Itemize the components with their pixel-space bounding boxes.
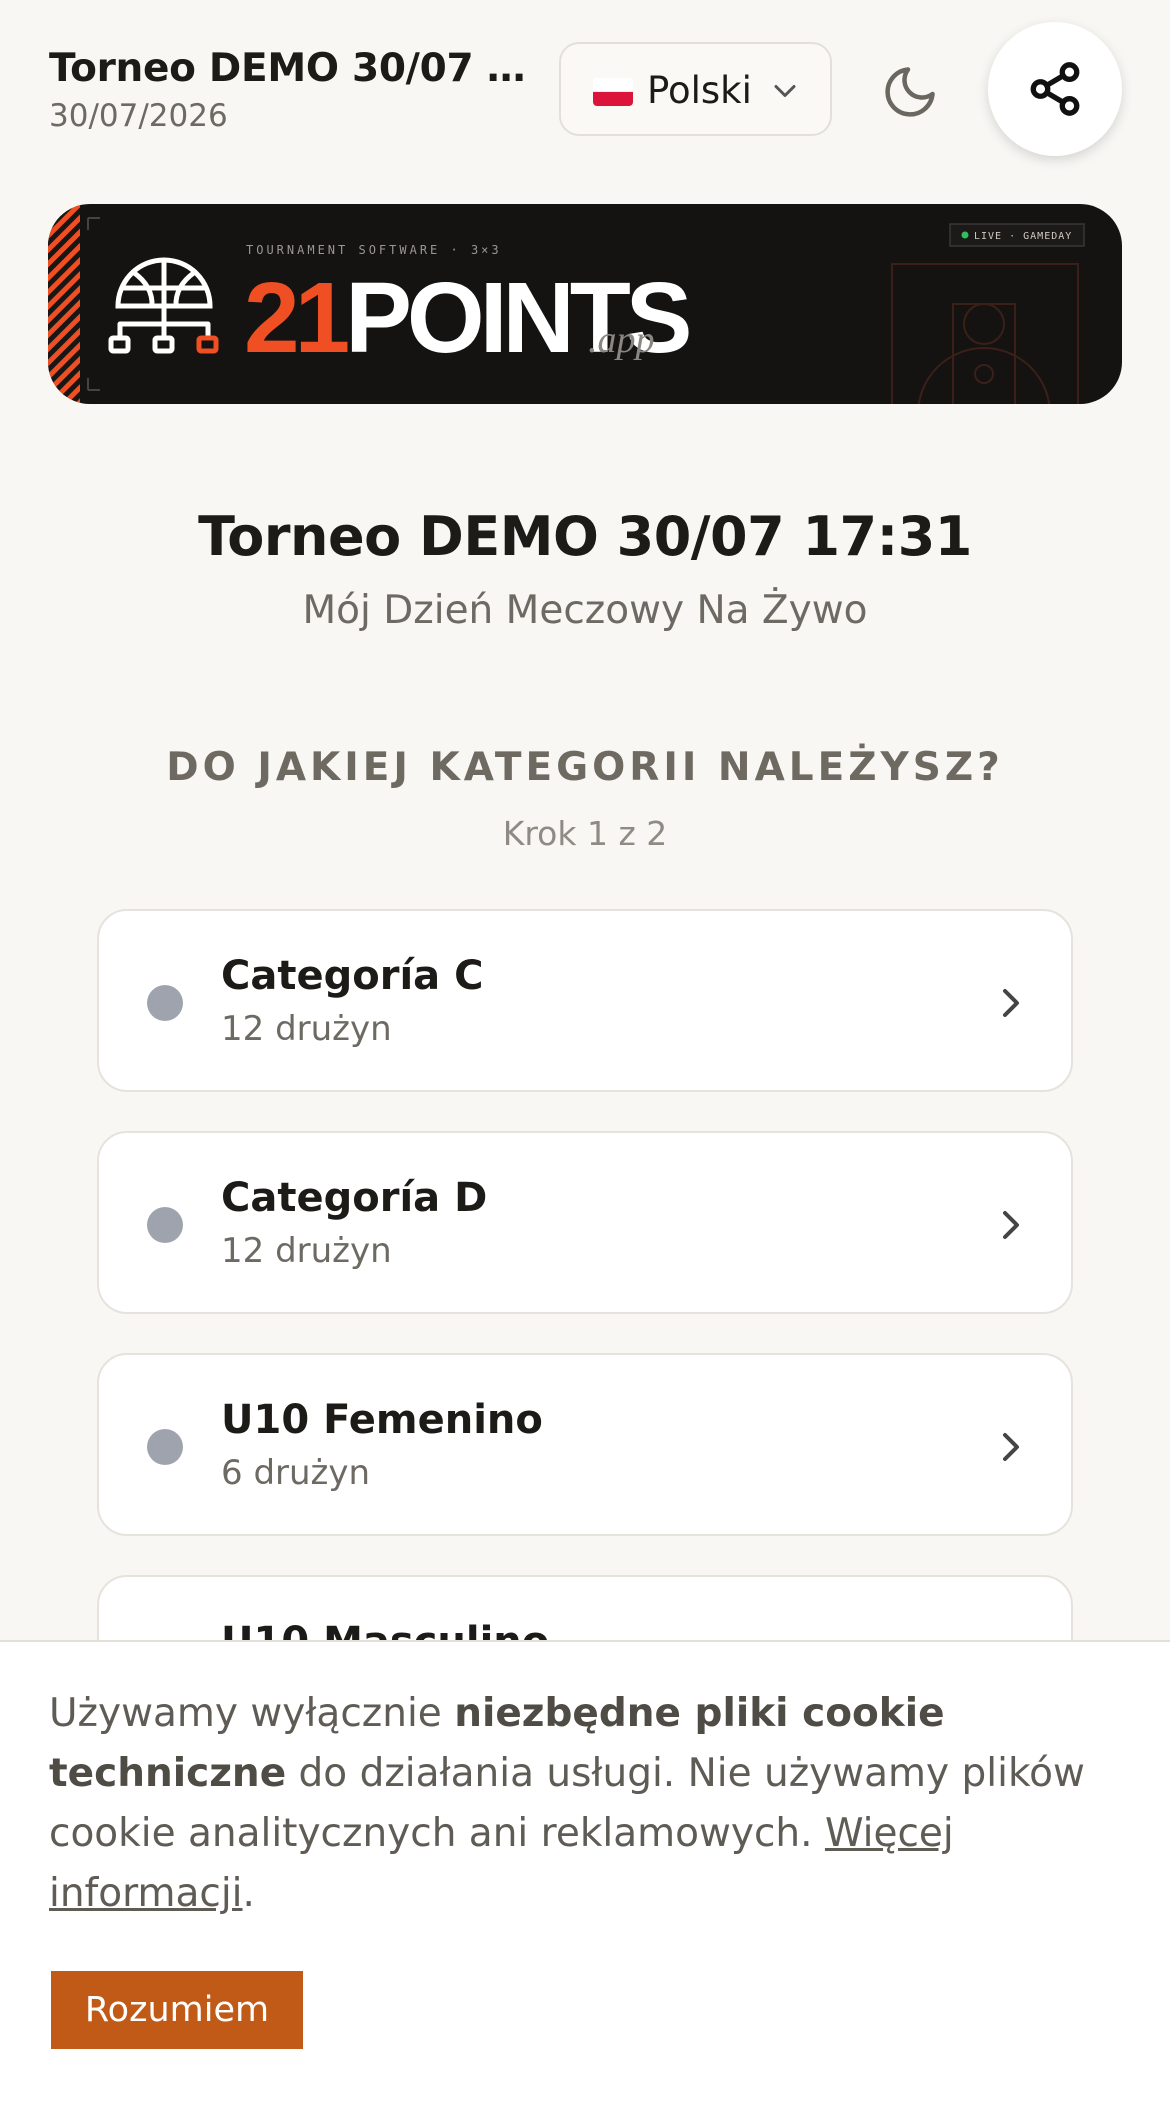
chevron-right-icon xyxy=(1003,989,1019,1017)
live-badge: LIVE · GAMEDAY xyxy=(949,223,1085,247)
event-subtitle: Mój Dzień Meczowy Na Żywo xyxy=(302,588,868,633)
category-card[interactable]: U10 Femenino 6 drużyn xyxy=(97,1353,1073,1536)
language-selector[interactable]: Polski xyxy=(559,42,832,136)
top-bar: Torneo DEMO 30/07 1... 30/07/2026 Polski xyxy=(0,0,1170,180)
brand-suffix: .app xyxy=(588,319,655,361)
chevron-right-icon xyxy=(1003,1211,1019,1239)
brand-number: 21 xyxy=(244,262,348,374)
event-title: Torneo DEMO 30/07 17:31 xyxy=(198,505,972,568)
moon-icon[interactable] xyxy=(880,62,940,122)
category-card[interactable]: Categoría C 12 drużyn xyxy=(97,909,1073,1092)
status-dot xyxy=(147,985,183,1021)
brand-banner: TOURNAMENT SOFTWARE · 3×3 21POINTS .app … xyxy=(48,204,1122,404)
category-name: Categoría D xyxy=(221,1175,488,1221)
share-button[interactable] xyxy=(988,22,1122,156)
cookie-text-end: . xyxy=(242,1871,255,1916)
cookie-banner: Używamy wyłącznie niezbędne pliki cookie… xyxy=(0,1640,1170,2102)
tournament-date: 30/07/2026 xyxy=(49,98,228,134)
chevron-down-icon xyxy=(774,85,796,97)
share-icon xyxy=(1030,62,1080,116)
status-dot xyxy=(147,1207,183,1243)
status-dot xyxy=(147,1429,183,1465)
team-count: 12 drużyn xyxy=(221,1231,392,1271)
poland-flag-icon xyxy=(593,78,633,106)
chevron-right-icon xyxy=(1003,1433,1019,1461)
category-name: Categoría C xyxy=(221,953,484,999)
banner-tagline: TOURNAMENT SOFTWARE · 3×3 xyxy=(246,243,502,257)
category-question: DO JAKIEJ KATEGORII NALEŻYSZ? xyxy=(166,745,1004,790)
live-badge-text: LIVE · GAMEDAY xyxy=(974,231,1072,242)
category-name: U10 Femenino xyxy=(221,1397,543,1443)
language-label: Polski xyxy=(647,69,752,112)
cookie-text-before: Używamy wyłącznie xyxy=(49,1691,455,1736)
accept-cookies-button[interactable]: Rozumiem xyxy=(51,1971,303,2049)
cookie-message: Używamy wyłącznie niezbędne pliki cookie… xyxy=(49,1684,1119,1924)
category-card[interactable]: Categoría D 12 drużyn xyxy=(97,1131,1073,1314)
team-count: 12 drużyn xyxy=(221,1009,392,1049)
tournament-title: Torneo DEMO 30/07 1... xyxy=(49,46,541,91)
team-count: 6 drużyn xyxy=(221,1453,371,1493)
step-indicator: Krok 1 z 2 xyxy=(502,814,668,853)
